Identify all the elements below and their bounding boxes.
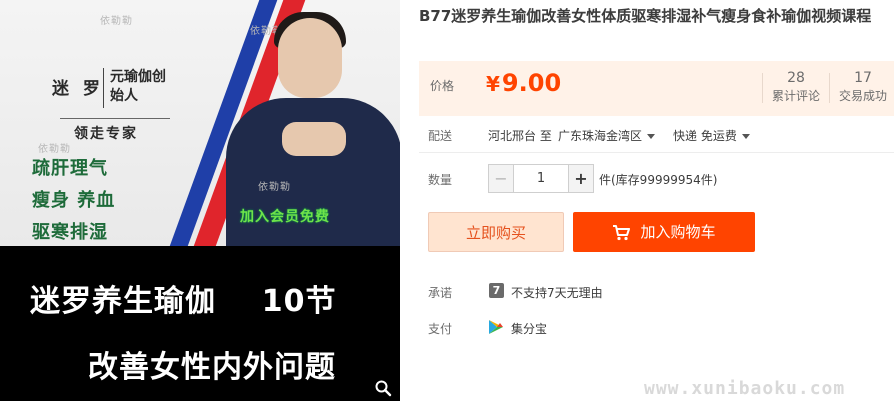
no-return-icon: 7: [489, 283, 504, 298]
price-panel: 价格 ¥9.00 28 累计评论 17 交易成功: [419, 61, 894, 116]
divider: [419, 152, 894, 153]
search-icon[interactable]: [374, 379, 392, 397]
brand-divider: [103, 68, 104, 108]
product-image-top: 依勒勒 依勒勒 依勒勒 迷 罗 元瑜伽创始人 领走专家 疏肝理气 瘦身 养血 驱…: [0, 0, 400, 246]
cart-icon: [613, 224, 631, 240]
review-count[interactable]: 28 累计评论: [763, 69, 829, 105]
shipping-destination: 广东珠海金湾区: [558, 129, 643, 143]
sales-count-value: 17: [854, 70, 872, 86]
quantity-increase-button[interactable]: +: [568, 165, 593, 192]
benefit-text: 瘦身 养血: [32, 190, 116, 211]
chevron-down-icon: [741, 134, 750, 139]
product-image-banner: 迷罗养生瑜伽 10节 改善女性内外问题: [0, 246, 400, 401]
quantity-label: 数量: [428, 173, 453, 187]
review-count-value: 28: [787, 70, 805, 86]
banner-subtitle: 改善女性内外问题: [88, 350, 336, 385]
instructor-hands: [282, 122, 346, 156]
brand-title: 元瑜伽创始人: [110, 69, 166, 104]
add-to-cart-label: 加入购物车: [640, 223, 716, 241]
buy-now-button[interactable]: 立即购买: [428, 212, 564, 252]
benefit-text: 驱寒排湿: [32, 222, 108, 243]
image-watermark: 依勒勒: [258, 182, 291, 193]
jifenbao-icon: [489, 320, 503, 334]
brand-name: 迷 罗: [52, 79, 104, 99]
expert-divider: [60, 118, 170, 119]
shipping-origin: 河北邢台 至: [488, 129, 552, 143]
quantity-stepper: − +: [488, 164, 594, 193]
promise-label: 承诺: [428, 286, 453, 300]
shipping-destination-select[interactable]: 广东珠海金湾区: [558, 127, 656, 144]
shipping-method-select[interactable]: 快递 免运费: [673, 127, 750, 144]
price-value: ¥9.00: [486, 69, 561, 97]
member-free-text: 加入会员免费: [240, 209, 330, 225]
banner-title: 迷罗养生瑜伽 10节: [30, 284, 337, 319]
shipping-label: 配送: [428, 129, 453, 143]
price-amount: 9.00: [501, 69, 562, 97]
promise-text[interactable]: 不支持7天无理由: [511, 284, 603, 301]
quantity-input[interactable]: [514, 165, 568, 192]
stock-text: 件(库存99999954件): [599, 173, 718, 187]
product-title: B77迷罗养生瑜伽改善女性体质驱寒排湿补气瘦身食补瑜伽视频课程: [419, 7, 872, 25]
instructor-head: [278, 18, 342, 98]
price-label: 价格: [430, 79, 455, 93]
payment-method[interactable]: 集分宝: [511, 320, 547, 337]
expert-text: 领走专家: [74, 126, 138, 142]
site-watermark: www.xunibaoku.com: [644, 378, 846, 399]
shipping-method: 快递 免运费: [673, 129, 737, 143]
sales-count: 17 交易成功: [830, 69, 896, 105]
sales-count-label: 交易成功: [838, 89, 887, 103]
image-watermark: 依勒勒: [38, 144, 71, 155]
benefit-text: 疏肝理气: [32, 158, 108, 179]
chevron-down-icon: [647, 134, 656, 139]
price-currency: ¥: [486, 72, 500, 96]
quantity-decrease-button[interactable]: −: [489, 165, 514, 192]
payment-label: 支付: [428, 322, 453, 336]
add-to-cart-button[interactable]: 加入购物车: [573, 212, 755, 252]
product-image[interactable]: 依勒勒 依勒勒 依勒勒 迷 罗 元瑜伽创始人 领走专家 疏肝理气 瘦身 养血 驱…: [0, 0, 400, 401]
image-watermark: 依勒勒: [100, 16, 133, 27]
review-count-label: 累计评论: [771, 89, 820, 103]
